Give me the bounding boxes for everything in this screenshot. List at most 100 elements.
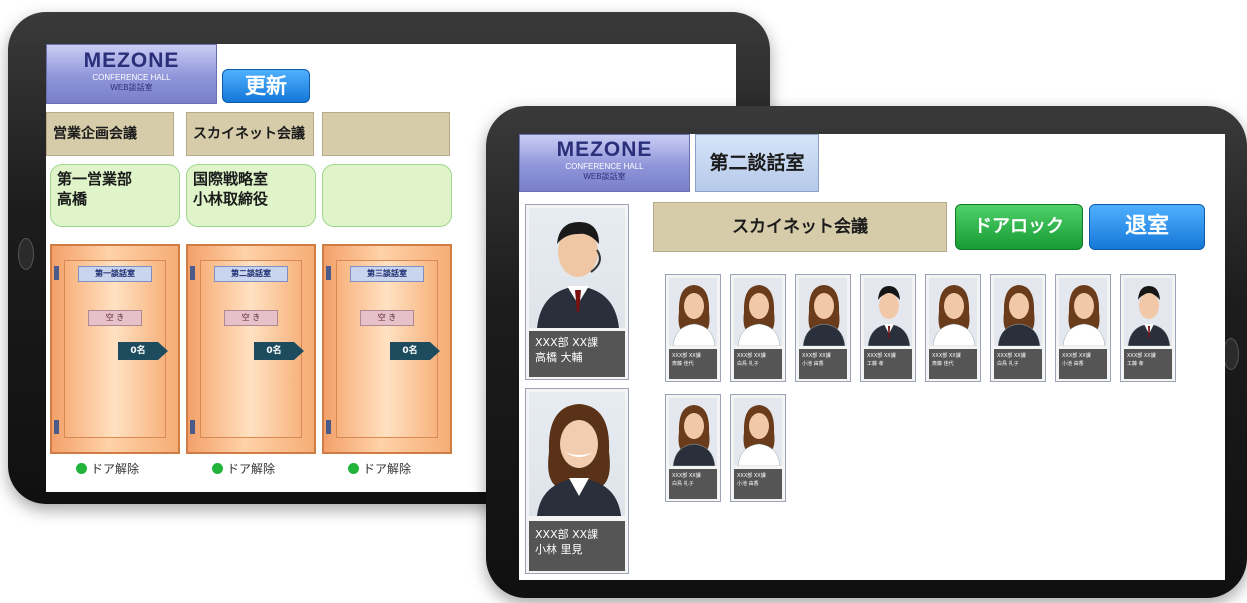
host-name: 小林取締役 [193, 190, 269, 208]
host-box-1: 第一営業部 高橋 [50, 164, 180, 227]
door-lock-button[interactable]: ドアロック [955, 204, 1083, 250]
participant-name: 白鳥 礼子 [672, 481, 694, 487]
avatar [734, 278, 782, 346]
participant-card[interactable]: XXX部 XX課 工藤 孝 [860, 274, 916, 382]
host-name-plate: XXX部 XX課 高橋 大輔 [529, 331, 625, 377]
room-door-2[interactable]: 第二談話室 空 き 0名 [186, 244, 316, 454]
participant-name-plate: XXX部 XX課 小池 由香 [799, 349, 847, 379]
meeting-name: スカイネット会議 [653, 202, 947, 252]
exit-button[interactable]: 退室 [1089, 204, 1205, 250]
participant-name: 斎藤 佳代 [672, 361, 694, 367]
door-room-name: 第一談話室 [78, 266, 152, 282]
mezone-logo: MEZONE CONFERENCE HALL WEB談話室 [519, 134, 690, 192]
participant-card[interactable]: XXX部 XX課 小池 由香 [730, 394, 786, 502]
meeting-header-3 [322, 112, 450, 156]
participant-card[interactable]: XXX部 XX課 小池 由香 [795, 274, 851, 382]
male-avatar-icon [537, 222, 619, 328]
logo-title: MEZONE [556, 138, 653, 161]
host-box-2: 国際戦略室 小林取締役 [186, 164, 316, 227]
participant-dept: XXX部 XX課 [997, 353, 1026, 359]
participant-name: 白鳥 礼子 [737, 361, 759, 367]
occupant-count: 0名 [390, 342, 440, 360]
participant-name-plate: XXX部 XX課 白鳥 礼子 [734, 349, 782, 379]
participant-dept: XXX部 XX課 [737, 473, 766, 479]
door-unlock-label: ドア解除 [363, 462, 412, 476]
male-avatar-icon [1127, 286, 1171, 346]
avatar [799, 278, 847, 346]
participant-name-plate: XXX部 XX課 工藤 孝 [864, 349, 912, 379]
tablet-right: MEZONE CONFERENCE HALL WEB談話室 第二談話室 スカイネ… [486, 106, 1247, 598]
door-unlock-2[interactable]: ドア解除 [212, 460, 275, 477]
participant-card[interactable]: XXX部 XX課 白鳥 礼子 [990, 274, 1046, 382]
door-status: 空 き [360, 310, 414, 326]
door-unlock-1[interactable]: ドア解除 [76, 460, 139, 477]
door-hinge [54, 420, 59, 434]
door-room-name: 第三談話室 [350, 266, 424, 282]
female-avatar-icon [1062, 285, 1106, 346]
host-name: 高橋 [57, 190, 88, 208]
status-dot-icon [76, 463, 87, 474]
participant-name-plate: XXX部 XX課 白鳥 礼子 [994, 349, 1042, 379]
host-box-3 [322, 164, 452, 227]
female-avatar-icon [802, 285, 846, 346]
avatar [994, 278, 1042, 346]
door-hinge [190, 266, 195, 280]
door-unlock-3[interactable]: ドア解除 [348, 460, 411, 477]
participant-name: 白鳥 礼子 [997, 361, 1019, 367]
room-door-3[interactable]: 第三談話室 空 き 0名 [322, 244, 452, 454]
home-button[interactable] [18, 238, 34, 270]
participant-name: 小池 由香 [737, 481, 759, 487]
participant-dept: XXX部 XX課 [672, 473, 701, 479]
participant-name: 小池 由香 [802, 361, 824, 367]
avatar [1059, 278, 1107, 346]
meeting-header-1: 営業企画会議 [46, 112, 174, 156]
host-name: 小林 里見 [535, 543, 583, 556]
home-button[interactable] [1223, 338, 1239, 370]
participant-name-plate: XXX部 XX課 白鳥 礼子 [669, 469, 717, 499]
female-avatar-icon [932, 285, 976, 346]
participant-name-plate: XXX部 XX課 工藤 孝 [1124, 349, 1172, 379]
host-dept: 第一営業部 [57, 170, 133, 188]
participant-card[interactable]: XXX部 XX課 斎藤 佳代 [665, 274, 721, 382]
host-dept: 国際戦略室 [193, 170, 269, 188]
status-dot-icon [348, 463, 359, 474]
participant-dept: XXX部 XX課 [737, 353, 766, 359]
participant-name: 工藤 孝 [867, 361, 884, 367]
avatar [929, 278, 977, 346]
room-door-1[interactable]: 第一談話室 空 き 0名 [50, 244, 180, 454]
host-name: 高橋 大輔 [535, 351, 583, 364]
logo-subtitle: CONFERENCE HALL [565, 162, 644, 171]
participant-card[interactable]: XXX部 XX課 斎藤 佳代 [925, 274, 981, 382]
host-card[interactable]: XXX部 XX課 小林 里見 [525, 388, 629, 574]
female-avatar-icon [997, 285, 1041, 346]
host-card[interactable]: XXX部 XX課 高橋 大輔 [525, 204, 629, 380]
logo-caption: WEB談話室 [110, 83, 153, 92]
mezone-logo: MEZONE CONFERENCE HALL WEB談話室 [46, 44, 217, 104]
female-avatar-icon [537, 404, 621, 516]
occupant-count: 0名 [118, 342, 168, 360]
door-hinge [326, 266, 331, 280]
participant-name: 工藤 孝 [1127, 361, 1144, 367]
meeting-header-2: スカイネット会議 [186, 112, 314, 156]
logo-title: MEZONE [83, 49, 180, 72]
participant-name-plate: XXX部 XX課 斎藤 佳代 [669, 349, 717, 379]
logo-caption: WEB談話室 [583, 172, 626, 181]
participant-card[interactable]: XXX部 XX課 白鳥 礼子 [730, 274, 786, 382]
status-dot-icon [212, 463, 223, 474]
participant-card[interactable]: XXX部 XX課 小池 由香 [1055, 274, 1111, 382]
participant-name: 斎藤 佳代 [932, 361, 954, 367]
avatar [864, 278, 912, 346]
door-room-name: 第二談話室 [214, 266, 288, 282]
host-dept: XXX部 XX課 [535, 336, 599, 349]
participant-dept: XXX部 XX課 [1062, 353, 1091, 359]
avatar [1124, 278, 1172, 346]
room-title: 第二談話室 [695, 134, 819, 192]
occupant-count: 0名 [254, 342, 304, 360]
participant-card[interactable]: XXX部 XX課 工藤 孝 [1120, 274, 1176, 382]
participant-card[interactable]: XXX部 XX課 白鳥 礼子 [665, 394, 721, 502]
avatar [529, 392, 625, 516]
refresh-button[interactable]: 更新 [222, 69, 310, 103]
participant-dept: XXX部 XX課 [932, 353, 961, 359]
participant-name: 小池 由香 [1062, 361, 1084, 367]
logo-subtitle: CONFERENCE HALL [92, 73, 171, 82]
